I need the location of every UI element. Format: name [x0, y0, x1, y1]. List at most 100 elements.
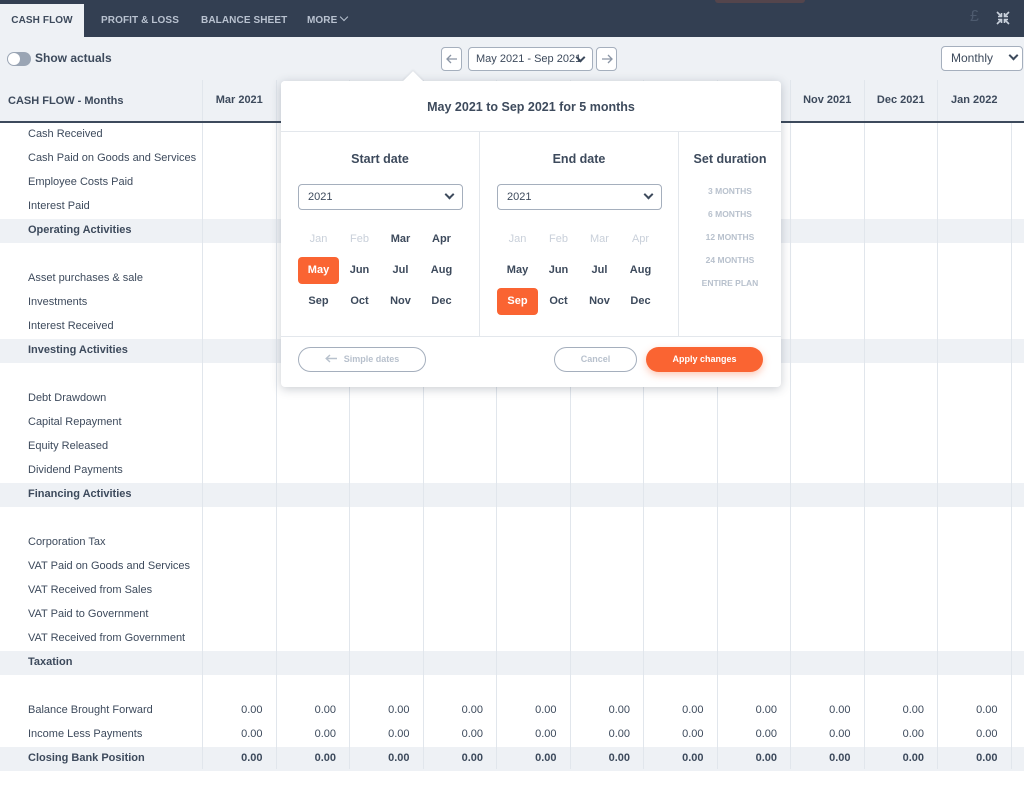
row-label: Closing Bank Position — [28, 752, 145, 764]
cell-value[interactable]: 0.00 — [717, 752, 791, 764]
table-row: VAT Paid to Government — [0, 603, 1024, 627]
end-month-may[interactable]: May — [497, 257, 538, 284]
arrow-left-icon — [446, 54, 457, 64]
row-label: Cash Paid on Goods and Services — [28, 152, 197, 164]
start-month-apr[interactable]: Apr — [421, 226, 462, 253]
cell-value[interactable]: 0.00 — [202, 704, 276, 716]
period-select[interactable]: Monthly — [941, 46, 1023, 71]
cell-value[interactable]: 0.00 — [423, 704, 497, 716]
row-label: Income Less Payments — [28, 728, 143, 740]
start-month-mar[interactable]: Mar — [380, 226, 421, 253]
duration-24-months[interactable]: 24 MONTHS — [679, 255, 781, 265]
column-header: Nov 2021 — [790, 80, 864, 121]
start-date-heading: Start date — [351, 152, 409, 166]
cell-value[interactable]: 0.00 — [864, 704, 938, 716]
tab-cash-flow[interactable]: CASH FLOW — [0, 4, 84, 37]
date-range-value: May 2021 - Sep 2021 — [476, 53, 582, 65]
arrow-left-icon — [324, 354, 337, 363]
cell-value[interactable]: 0.00 — [496, 752, 570, 764]
end-month-oct[interactable]: Oct — [538, 288, 579, 315]
apply-changes-button[interactable]: Apply changes — [646, 347, 763, 372]
date-range-summary: May 2021 to Sep 2021 for 5 months — [281, 81, 781, 132]
end-month-aug[interactable]: Aug — [620, 257, 661, 284]
cell-value[interactable]: 0.00 — [717, 728, 791, 740]
end-month-sep[interactable]: Sep — [497, 288, 538, 315]
end-month-jul[interactable]: Jul — [579, 257, 620, 284]
cell-value[interactable]: 0.00 — [349, 728, 423, 740]
tab-balance-sheet[interactable]: BALANCE SHEET — [201, 4, 287, 37]
duration-entire-plan[interactable]: ENTIRE PLAN — [679, 278, 781, 288]
cell-value[interactable]: 0.00 — [496, 728, 570, 740]
cell-value[interactable]: 0.00 — [202, 752, 276, 764]
row-label: Asset purchases & sale — [28, 272, 143, 284]
duration-6-months[interactable]: 6 MONTHS — [679, 209, 781, 219]
cell-value[interactable]: 0.00 — [717, 704, 791, 716]
simple-dates-button[interactable]: Simple dates — [298, 347, 426, 372]
cell-value[interactable]: 0.00 — [276, 752, 350, 764]
cell-value[interactable]: 0.00 — [643, 728, 717, 740]
cell-value[interactable]: 0.00 — [864, 752, 938, 764]
end-month-dec[interactable]: Dec — [620, 288, 661, 315]
collapse-icon[interactable] — [996, 11, 1010, 25]
end-year-select[interactable]: 2021 — [497, 184, 662, 210]
show-actuals-toggle[interactable] — [7, 52, 31, 66]
start-year-select[interactable]: 2021 — [298, 184, 463, 210]
previous-range-button[interactable] — [441, 47, 462, 71]
grid-line — [276, 123, 277, 769]
cell-value[interactable]: 0.00 — [570, 728, 644, 740]
cell-value[interactable]: 0.00 — [276, 728, 350, 740]
start-month-dec[interactable]: Dec — [421, 288, 462, 315]
duration-3-months[interactable]: 3 MONTHS — [679, 186, 781, 196]
cell-value[interactable]: 0.00 — [423, 752, 497, 764]
row-label: Corporation Tax — [28, 536, 106, 548]
cell-value[interactable]: 0.00 — [864, 728, 938, 740]
cell-value[interactable]: 0.00 — [496, 704, 570, 716]
cell-value[interactable]: 0.00 — [570, 752, 644, 764]
cell-value[interactable]: 0.00 — [790, 704, 864, 716]
row-label: Equity Released — [28, 440, 109, 452]
simple-dates-label: Simple dates — [343, 354, 400, 364]
tab-profit-loss[interactable]: PROFIT & LOSS — [101, 4, 179, 37]
cell-value[interactable]: 0.00 — [790, 728, 864, 740]
row-label: Dividend Payments — [28, 464, 123, 476]
start-month-sep[interactable]: Sep — [298, 288, 339, 315]
cell-value[interactable]: 0.00 — [349, 704, 423, 716]
table-row: VAT Received from Sales — [0, 579, 1024, 603]
cell-value[interactable]: 0.00 — [790, 752, 864, 764]
start-month-may[interactable]: May — [298, 257, 339, 284]
cell-value[interactable]: 0.00 — [643, 752, 717, 764]
cell-value[interactable]: 0.00 — [570, 704, 644, 716]
start-month-aug[interactable]: Aug — [421, 257, 462, 284]
tab-more[interactable]: MORE — [307, 4, 349, 37]
end-month-jun[interactable]: Jun — [538, 257, 579, 284]
cancel-button[interactable]: Cancel — [554, 347, 637, 372]
cell-value[interactable]: 0.00 — [349, 752, 423, 764]
cell-value[interactable]: 0.00 — [937, 704, 1011, 716]
cell-value[interactable]: 0.00 — [423, 728, 497, 740]
row-label: VAT Paid on Goods and Services — [28, 560, 191, 572]
row-label: VAT Received from Sales — [28, 584, 153, 596]
period-value: Monthly — [951, 51, 994, 65]
row-label: Investments — [28, 296, 88, 308]
duration-panel: Set duration 3 MONTHS 6 MONTHS 12 MONTHS… — [679, 132, 781, 336]
start-month-feb: Feb — [350, 233, 369, 245]
currency-icon[interactable]: £ — [970, 8, 979, 26]
cell-value[interactable]: 0.00 — [276, 704, 350, 716]
table-row: Debt Drawdown — [0, 387, 1024, 411]
date-range-select[interactable]: May 2021 - Sep 2021 — [468, 47, 593, 71]
start-month-jun[interactable]: Jun — [339, 257, 380, 284]
cell-value[interactable]: 0.00 — [202, 728, 276, 740]
duration-12-months[interactable]: 12 MONTHS — [679, 232, 781, 242]
start-month-nov[interactable]: Nov — [380, 288, 421, 315]
cell-value[interactable]: 0.00 — [937, 752, 1011, 764]
date-range-popup: May 2021 to Sep 2021 for 5 months Start … — [281, 71, 781, 387]
end-month-nov[interactable]: Nov — [579, 288, 620, 315]
tab-more-label: MORE — [307, 15, 338, 26]
row-label: Debt Drawdown — [28, 392, 107, 404]
start-month-oct[interactable]: Oct — [339, 288, 380, 315]
cell-value[interactable]: 0.00 — [937, 728, 1011, 740]
top-nav: CASH FLOW PROFIT & LOSS BALANCE SHEET MO… — [0, 0, 1024, 37]
next-range-button[interactable] — [596, 47, 617, 71]
start-month-jul[interactable]: Jul — [380, 257, 421, 284]
cell-value[interactable]: 0.00 — [643, 704, 717, 716]
